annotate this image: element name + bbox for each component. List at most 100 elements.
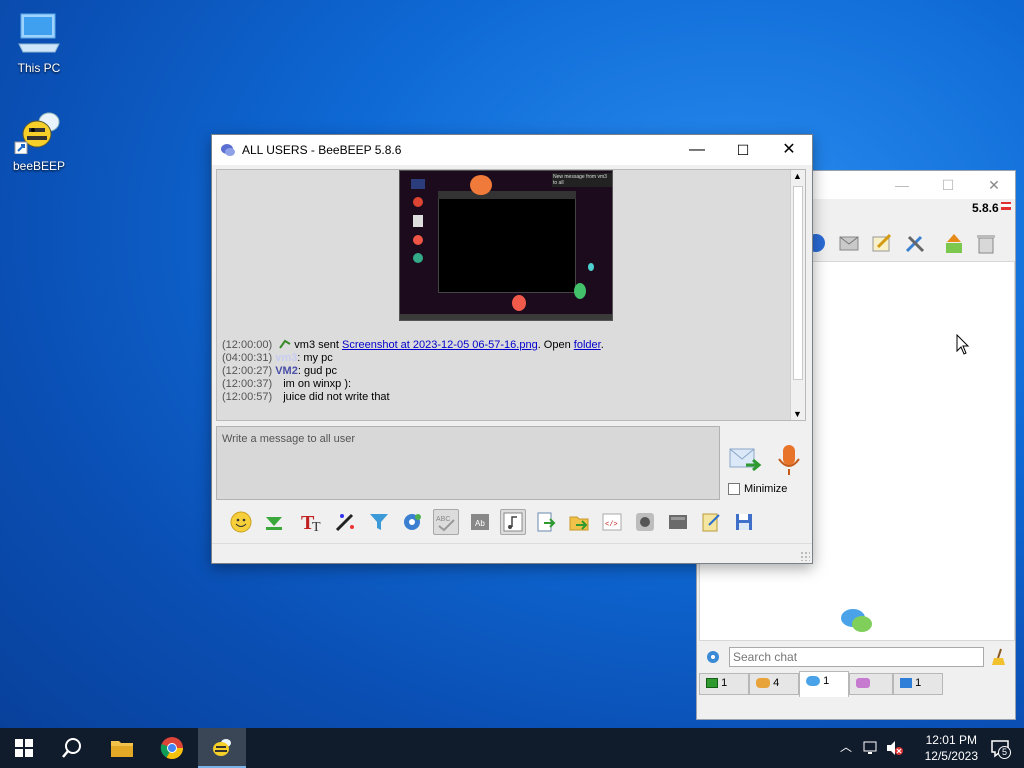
message-text: im on winxp ): [283,378,352,390]
edit-icon[interactable] [870,231,894,255]
chrome-icon [160,737,183,759]
windows-logo-icon [15,739,33,757]
filter-button[interactable] [366,509,392,535]
start-button[interactable] [0,728,48,768]
minimize-button[interactable]: — [674,135,720,165]
main-tabs: 1 4 1 1 [699,671,1015,697]
sound-button[interactable] [500,509,526,535]
scroll-down-button[interactable] [261,509,287,535]
show-hidden-icons-button[interactable]: ︿ [840,738,852,755]
bee-icon [14,112,60,155]
group-icon [756,678,770,689]
scroll-down-arrow[interactable]: ▼ [793,409,802,419]
tab-users[interactable]: 1 [699,673,749,695]
screenshot-preview-image[interactable]: New message from vm3 to all [399,170,613,321]
chat-window-titlebar[interactable]: ALL USERS - BeeBEEP 5.8.6 — ☐ ✕ [212,135,812,165]
minimize-checkbox[interactable] [728,483,740,496]
timestamp: (12:00:00) [222,339,273,351]
mail-icon[interactable] [837,231,861,255]
desktop-icon-this-pc[interactable]: This PC [4,10,74,75]
scroll-up-arrow[interactable]: ▲ [793,171,802,181]
clock[interactable]: 12:01 PM 12/5/2023 [925,732,978,764]
record-button[interactable] [632,509,658,535]
clear-broom-icon[interactable] [991,648,1007,666]
tab-count: 1 [721,677,728,689]
emoticon-button[interactable] [228,509,254,535]
svg-text:</>: </> [605,521,618,529]
preview-taskbar [400,314,612,320]
close-button[interactable]: ✕ [766,135,812,165]
action-center-button[interactable]: 5 [990,738,1011,759]
file-explorer-button[interactable] [98,728,146,768]
settings-icon[interactable] [705,649,721,665]
microphone-icon[interactable] [776,443,802,477]
upload-icon[interactable] [942,231,966,255]
scroll-thumb[interactable] [793,186,803,380]
chat-history[interactable]: New message from vm3 to all (12:00:00) v… [216,169,806,421]
filter-icon [370,514,388,530]
spellcheck-button[interactable]: ABC [433,509,459,535]
tools-icon[interactable] [903,231,927,255]
message-text: juice did not write that [283,391,390,403]
html-button[interactable]: </> [599,509,625,535]
message-input[interactable]: Write a message to all user [216,426,720,500]
chat-scrollbar[interactable]: ▲ ▼ [790,170,805,420]
network-icon[interactable] [862,740,880,756]
close-button[interactable]: ✕ [979,175,1009,195]
minimize-button[interactable]: — [887,175,917,195]
search-button[interactable] [48,728,96,768]
chat-bubbles-icon [841,609,872,632]
record-icon [636,513,654,531]
bee-icon [213,739,231,756]
tab-groups[interactable]: 4 [749,673,799,695]
completion-button[interactable]: Ab [467,509,493,535]
desktop-icon-label: This PC [17,61,61,75]
status-bar [212,543,812,563]
message-nick: VM2 [275,365,298,377]
tab-files[interactable]: 1 [893,673,943,695]
floppy-disk-icon [736,514,752,530]
resize-grip[interactable] [800,551,810,561]
taskbar: ︿ 12:01 PM 12/5/2023 5 [0,728,1024,768]
clock-time: 12:01 PM [925,733,977,747]
preview-terminal [438,193,576,293]
preview-notification: New message from vm3 to all [552,173,612,187]
save-chat-button[interactable] [533,509,559,535]
code-icon: </> [602,513,622,531]
tab-chats[interactable]: 1 [799,671,849,697]
send-file-button[interactable] [566,509,592,535]
chat-window[interactable]: ALL USERS - BeeBEEP 5.8.6 — ☐ ✕ New mess… [211,134,813,564]
save-button[interactable] [731,509,757,535]
settings-button[interactable] [399,509,425,535]
balloon-orange [470,175,492,195]
message-text: : gud pc [297,365,337,377]
font-button[interactable]: TT [300,509,326,535]
volume-muted-icon[interactable] [886,740,904,756]
maximize-button[interactable]: ☐ [933,175,963,195]
note-button[interactable] [698,509,724,535]
tab-network[interactable] [849,673,893,695]
screenshot-button[interactable] [665,509,691,535]
balloon-red [512,295,526,311]
color-button[interactable] [333,509,359,535]
message-line: (12:00:37) im on winxp ): [222,378,351,390]
preview-dock [404,175,432,267]
maximize-button[interactable]: ☐ [720,135,766,165]
notification-badge: 5 [998,746,1011,759]
trash-icon[interactable] [974,231,998,255]
desktop-icon-beebeep[interactable]: beeBEEP [4,108,74,173]
chrome-button[interactable] [148,728,196,768]
folder-arrow-icon [569,516,589,531]
beebeep-taskbar-button[interactable] [198,728,246,768]
minimize-checkbox-row[interactable]: Minimize [728,483,787,496]
open-folder-link[interactable]: folder [574,339,601,351]
search-chat-input[interactable]: Search chat [729,647,984,667]
version-label: 5.8.6 [972,201,999,215]
send-message-icon[interactable] [728,445,762,475]
spellcheck-icon: ABC [436,516,455,532]
window-title: ALL USERS - BeeBEEP 5.8.6 [242,143,402,157]
timestamp: (12:00:57) [222,391,273,403]
network-icon [856,678,870,689]
desktop-icon-label: beeBEEP [12,159,66,173]
screenshot-file-link[interactable]: Screenshot at 2023-12-05 06-57-16.png [342,339,538,351]
